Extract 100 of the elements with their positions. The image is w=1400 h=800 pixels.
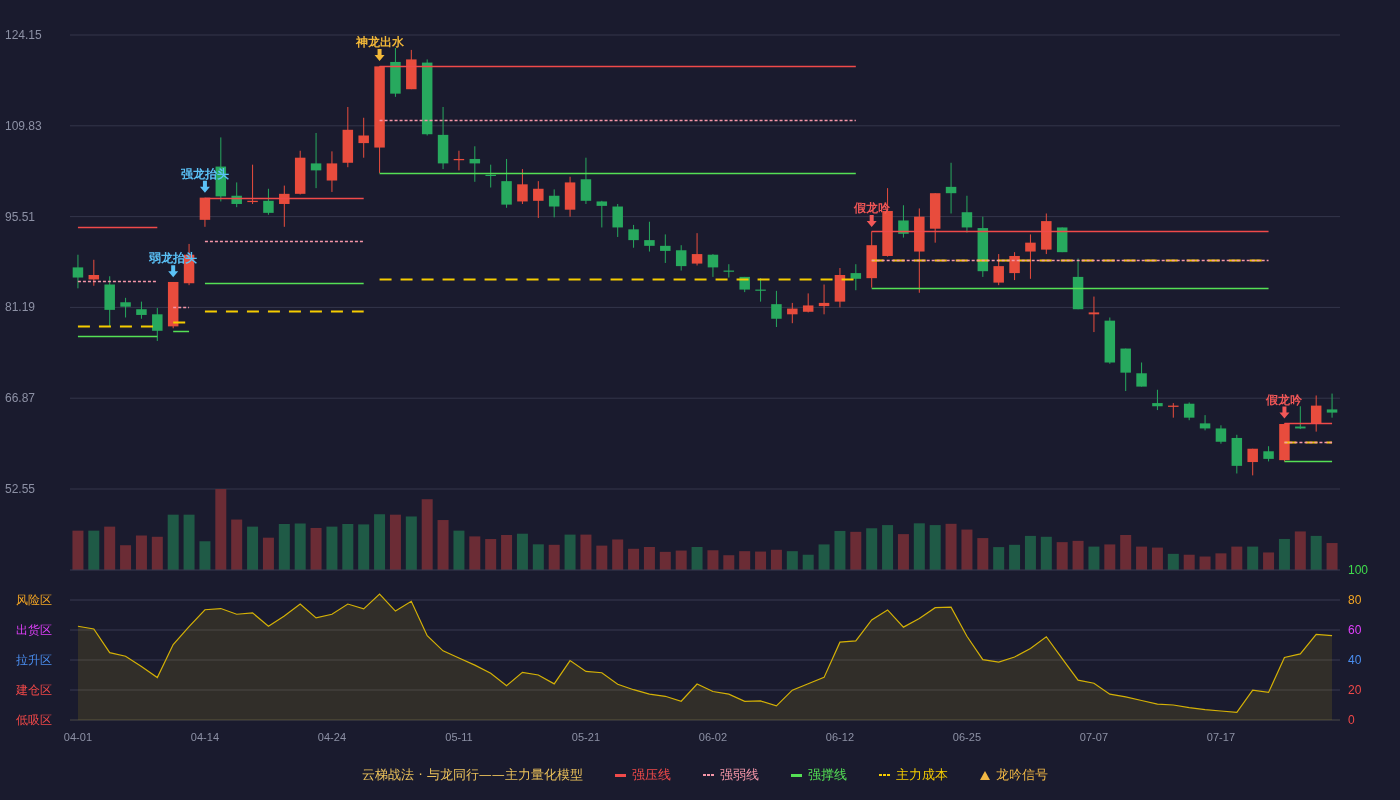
indicator-axis-label: 80 — [1348, 593, 1362, 607]
candlestick — [675, 245, 687, 271]
price-axis-label: 52.55 — [5, 482, 36, 496]
date-axis-label: 06-02 — [698, 731, 727, 743]
date-axis-label: 07-17 — [1206, 731, 1235, 743]
candlestick — [453, 150, 465, 171]
candlestick — [406, 49, 417, 90]
candlestick — [279, 185, 290, 227]
candlestick — [596, 200, 608, 228]
candlestick — [866, 231, 877, 288]
candlestick — [517, 169, 528, 204]
candlestick — [1025, 234, 1036, 279]
candlestick — [1088, 296, 1100, 333]
candlestick — [1104, 317, 1116, 364]
candlestick — [628, 224, 639, 248]
candlestick — [612, 204, 623, 237]
candlestick — [787, 302, 798, 324]
date-axis-label: 06-12 — [825, 731, 854, 743]
zone-label: 低吸区 — [16, 713, 52, 727]
candlestick — [104, 276, 115, 327]
candlestick — [1231, 434, 1243, 474]
zone-label: 拉升区 — [16, 653, 52, 667]
indicator-axis-label: 0 — [1348, 713, 1355, 727]
candlestick — [231, 182, 242, 208]
candlestick — [961, 195, 973, 233]
candlestick — [1310, 395, 1322, 432]
candlestick — [1326, 393, 1338, 418]
candlestick — [1199, 415, 1211, 431]
indicator-axis-label: 40 — [1348, 653, 1362, 667]
date-axis-label: 04-01 — [63, 731, 92, 743]
candlestick — [818, 284, 830, 315]
candlestick — [993, 254, 1004, 286]
legend-label: 强弱线 — [719, 766, 759, 784]
signal-label: 神龙出水 — [355, 34, 404, 49]
indicator-axis-label: 60 — [1348, 623, 1362, 637]
candlestick — [136, 301, 147, 319]
candlestick — [294, 150, 306, 195]
price-axis-label: 124.15 — [5, 28, 42, 42]
candlestick — [326, 151, 338, 192]
candlestick — [564, 176, 576, 217]
candlestick — [88, 259, 100, 286]
candlestick — [945, 162, 957, 214]
indicator-axis-label: 20 — [1348, 683, 1362, 697]
candlestick — [120, 297, 131, 318]
candlestick — [152, 307, 163, 341]
candlestick — [660, 234, 671, 263]
candlestick — [771, 290, 782, 327]
candlestick — [72, 254, 84, 289]
candlestick — [342, 106, 354, 168]
date-axis-label: 06-25 — [952, 731, 981, 743]
indicator-axis-label: 100 — [1348, 563, 1369, 577]
candlestick — [755, 278, 766, 302]
price-axis-label: 66.87 — [5, 391, 36, 406]
candlestick — [834, 268, 846, 308]
candlestick — [1295, 406, 1306, 430]
candlestick — [691, 233, 703, 266]
candlestick — [739, 276, 750, 293]
legend-label: 强撑线 — [807, 766, 847, 784]
date-axis-label: 05-21 — [571, 731, 600, 743]
candlestick — [310, 132, 322, 189]
legend-title: 云梯战法 · 与龙同行——主力量化模型 — [362, 766, 583, 784]
candlestick — [1263, 446, 1274, 462]
candlestick — [1215, 425, 1227, 444]
candlestick — [1136, 362, 1147, 387]
legend-label: 主力成本 — [895, 766, 948, 784]
price-axis-label: 95.51 — [5, 209, 36, 224]
price-axis-label: 81.19 — [5, 300, 36, 315]
candlestick — [1056, 227, 1068, 253]
candlestick — [469, 146, 481, 182]
candlestick — [898, 205, 909, 238]
candlestick — [501, 158, 512, 208]
price-axis-label: 109.83 — [5, 118, 42, 133]
candlestick — [199, 197, 211, 227]
candlestick — [358, 117, 369, 158]
candlestick — [977, 216, 989, 277]
candlestick — [1152, 389, 1163, 411]
candlestick — [263, 188, 274, 215]
date-axis-label: 04-14 — [190, 731, 219, 743]
candlestick — [850, 264, 862, 291]
candlestick — [1279, 423, 1290, 462]
candlestick — [580, 157, 592, 204]
date-axis-label: 05-11 — [445, 731, 473, 743]
candlestick — [1072, 258, 1084, 310]
candlestick — [1247, 448, 1258, 476]
signal-label: 假龙吟 — [1266, 392, 1303, 407]
date-axis-label: 07-07 — [1079, 731, 1108, 743]
date-axis-label: 04-24 — [317, 731, 346, 743]
candlestick — [802, 293, 814, 313]
candlestick — [437, 106, 449, 170]
candlestick — [723, 264, 735, 278]
candlestick — [1168, 403, 1179, 418]
zone-label: 建仓区 — [16, 683, 52, 697]
zone-label: 风险区 — [16, 593, 52, 607]
candlestick — [485, 164, 496, 188]
legend-label: 龙吟信号 — [995, 766, 1048, 784]
candlestick — [644, 221, 655, 252]
legend-label: 强压线 — [631, 766, 671, 784]
candlestick — [1183, 402, 1195, 421]
candlestick — [247, 164, 258, 204]
candlestick — [707, 254, 719, 277]
